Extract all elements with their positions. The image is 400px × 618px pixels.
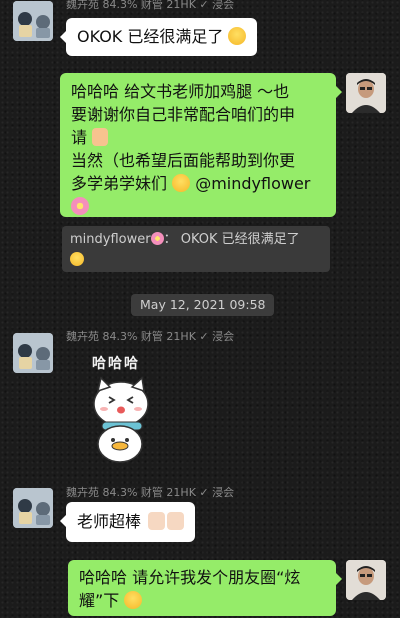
message-text-line: 耀”下 bbox=[79, 591, 120, 610]
message-text-line: 请 bbox=[71, 128, 88, 147]
message-text-line: 要谢谢你自己非常配合咱们的申 bbox=[71, 105, 296, 124]
message-text-line: 多学弟学妹们 bbox=[71, 174, 168, 193]
sender-name: 魏卉苑 84.3% 财管 21HK ✓ 浸会 bbox=[66, 330, 235, 343]
quote-text: OKOK 已经很满足了 bbox=[180, 232, 300, 247]
cherry-blossom-icon bbox=[150, 232, 164, 245]
message-text: 老师超棒 bbox=[77, 512, 142, 531]
sticker-cat[interactable]: 哈哈哈 bbox=[84, 350, 160, 468]
message-text-line: 哈哈哈 给文书老师加鸡腿 ～也 bbox=[71, 82, 290, 101]
message-bubble[interactable]: 老师超棒 bbox=[59, 502, 196, 542]
avatar[interactable] bbox=[13, 1, 53, 41]
message-text-line: 哈哈哈 请允许我发个朋友圈“炫 bbox=[79, 568, 301, 587]
sticker-text: 哈哈哈 bbox=[92, 356, 140, 372]
avatar[interactable] bbox=[13, 488, 53, 528]
message-text-line: 当然（也希望后面能帮助到你更 bbox=[71, 151, 296, 170]
sender-name: 魏卉苑 84.3% 财管 21HK ✓ 浸会 bbox=[66, 486, 235, 499]
message-bubble[interactable]: 哈哈哈 请允许我发个朋友圈“炫 耀”下 bbox=[68, 560, 342, 616]
thumbs-up-icon bbox=[148, 512, 166, 530]
grinning-face-icon bbox=[172, 174, 191, 192]
quote-author: mindyflower bbox=[70, 232, 151, 247]
avatar[interactable] bbox=[346, 560, 386, 600]
quoted-message[interactable]: mindyflower ： OKOK 已经很满足了 bbox=[62, 226, 330, 272]
message-bubble[interactable]: 哈哈哈 给文书老师加鸡腿 ～也 要谢谢你自己非常配合咱们的申 请 当然（也希望后… bbox=[60, 73, 342, 217]
message-text: OKOK 已经很满足了 bbox=[77, 27, 224, 46]
sender-name: 魏卉苑 84.3% 财管 21HK ✓ 浸会 bbox=[66, 0, 235, 11]
cherry-blossom-icon bbox=[71, 197, 89, 215]
avatar-portrait-icon bbox=[346, 73, 386, 113]
avatar-portrait-icon bbox=[346, 560, 386, 600]
avatar[interactable] bbox=[13, 333, 53, 373]
thumbs-up-icon bbox=[167, 512, 185, 530]
smiling-face-icon bbox=[70, 252, 84, 266]
mention-text[interactable]: @mindyflower bbox=[195, 174, 310, 193]
avatar-figure-icon bbox=[13, 488, 53, 528]
timestamp: May 12, 2021 09:58 bbox=[131, 294, 275, 316]
sticker-cat-icon bbox=[93, 376, 149, 463]
quote-separator: ： bbox=[163, 232, 177, 247]
handshake-icon bbox=[92, 128, 109, 146]
avatar[interactable] bbox=[346, 73, 386, 113]
avatar-figure-icon bbox=[13, 1, 53, 41]
avatar-figure-icon bbox=[13, 333, 53, 373]
message-bubble[interactable]: OKOK 已经很满足了 bbox=[59, 18, 258, 56]
smiling-face-icon bbox=[228, 27, 247, 45]
grinning-face-icon bbox=[124, 591, 143, 609]
